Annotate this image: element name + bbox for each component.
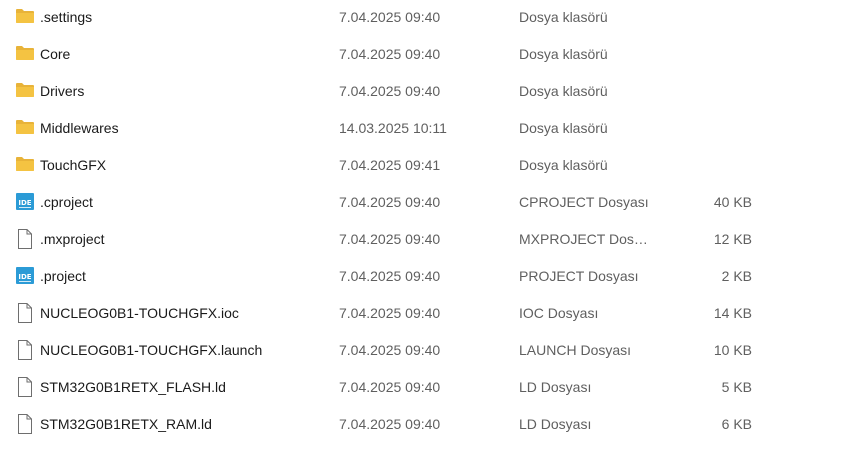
file-size: 2 KB [721,268,752,284]
file-size: 14 KB [713,305,752,321]
file-type: Dosya klasörü [519,9,608,25]
file-name: .project [40,268,86,284]
file-name: STM32G0B1RETX_RAM.ld [40,416,212,432]
file-row[interactable]: IDE .project 7.04.2025 09:40 PROJECT Dosyas… [0,259,844,296]
file-date-modified: 7.04.2025 09:40 [339,379,441,395]
file-icon [15,414,35,434]
file-name: .settings [40,9,93,25]
file-date-modified: 7.04.2025 09:40 [339,46,441,62]
file-type: Dosya klasörü [519,83,608,99]
svg-text:IDE: IDE [18,273,31,281]
file-size [660,74,752,111]
file-type: LD Dosyası [519,379,592,395]
file-name: .mxproject [40,231,105,247]
file-date-modified: 7.04.2025 09:40 [339,342,441,358]
file-size [660,148,752,185]
file-name: .cproject [40,194,93,210]
file-name: Middlewares [40,120,119,136]
file-icon [15,377,35,397]
file-date-modified: 7.04.2025 09:40 [339,83,441,99]
file-row[interactable]: TouchGFX 7.04.2025 09:41 Dosya klasörü [0,148,844,185]
folder-icon [15,7,35,27]
file-date-modified: 7.04.2025 09:41 [339,157,441,173]
file-type: MXPROJECT Dosy... [519,231,649,247]
file-size [660,111,752,148]
file-row[interactable]: IDE .cproject 7.04.2025 09:40 CPROJECT Dosy… [0,185,844,222]
file-date-modified: 7.04.2025 09:40 [339,9,441,25]
file-size: 5 KB [721,379,752,395]
folder-icon [15,44,35,64]
file-icon [15,303,35,323]
file-row[interactable]: NUCLEOG0B1-TOUCHGFX.launch 7.04.2025 09:4… [0,333,844,370]
file-type: PROJECT Dosyası [519,268,639,284]
file-row[interactable]: STM32G0B1RETX_RAM.ld 7.04.2025 09:40 LD Do… [0,407,844,444]
file-name: Drivers [40,83,85,99]
ide-file-icon: IDE [15,266,35,286]
file-name: TouchGFX [40,157,107,173]
file-type: Dosya klasörü [519,157,608,173]
file-row[interactable]: .mxproject 7.04.2025 09:40 MXPROJECT Dosy.… [0,222,844,259]
file-row[interactable]: STM32G0B1RETX_FLASH.ld 7.04.2025 09:40 LD … [0,370,844,407]
file-date-modified: 7.04.2025 09:40 [339,231,441,247]
file-name: Core [40,46,71,62]
file-type: Dosya klasörü [519,46,608,62]
file-list: .settings 7.04.2025 09:40 Dosya klasörü Cor… [0,0,844,457]
file-name: STM32G0B1RETX_FLASH.ld [40,379,226,395]
folder-icon [15,118,35,138]
file-row[interactable]: Drivers 7.04.2025 09:40 Dosya klasörü [0,74,844,111]
ide-file-icon: IDE [15,192,35,212]
file-row[interactable]: NUCLEOG0B1-TOUCHGFX.ioc 7.04.2025 09:40 IO… [0,296,844,333]
file-row[interactable]: Middlewares 14.03.2025 10:11 Dosya klasörü [0,111,844,148]
file-date-modified: 7.04.2025 09:40 [339,416,441,432]
file-date-modified: 14.03.2025 10:11 [339,120,447,136]
file-row[interactable]: .settings 7.04.2025 09:40 Dosya klasörü [0,0,844,37]
file-size: 10 KB [713,342,752,358]
file-size [660,0,752,37]
file-name: NUCLEOG0B1-TOUCHGFX.launch [40,342,263,358]
file-size: 6 KB [721,416,752,432]
file-date-modified: 7.04.2025 09:40 [339,305,441,321]
file-size: 12 KB [713,231,752,247]
folder-icon [15,81,35,101]
folder-icon [15,155,35,175]
file-type: LAUNCH Dosyası [519,342,632,358]
file-date-modified: 7.04.2025 09:40 [339,268,441,284]
file-type: LD Dosyası [519,416,592,432]
file-size: 40 KB [713,194,752,210]
file-type: IOC Dosyası [519,305,599,321]
file-date-modified: 7.04.2025 09:40 [339,194,441,210]
file-icon [15,229,35,249]
file-name: NUCLEOG0B1-TOUCHGFX.ioc [40,305,239,321]
file-row[interactable]: Core 7.04.2025 09:40 Dosya klasörü [0,37,844,74]
file-type: Dosya klasörü [519,120,608,136]
file-icon [15,340,35,360]
svg-text:IDE: IDE [18,199,31,207]
file-size [660,37,752,74]
file-type: CPROJECT Dosyası [519,194,649,210]
